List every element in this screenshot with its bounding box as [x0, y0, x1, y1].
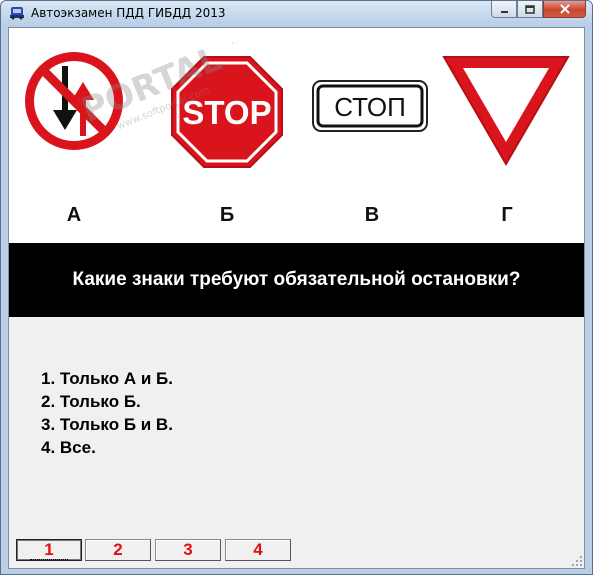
sign-letter-b: Б — [219, 204, 235, 226]
stop-octagon-sign-icon: STOP — [171, 56, 283, 168]
answer-button-4[interactable]: 4 — [225, 539, 291, 561]
answer-button-1-label: 1 — [30, 540, 68, 560]
sign-letter-a: А — [66, 204, 82, 226]
answer-button-3[interactable]: 3 — [155, 539, 221, 561]
minimize-button[interactable] — [491, 1, 517, 18]
answer-button-4-label: 4 — [253, 540, 263, 559]
title-bar[interactable]: Автоэкзамен ПДД ГИБДД 2013 — [1, 1, 592, 27]
answer-button-2[interactable]: 2 — [85, 539, 151, 561]
stop-rectangle-sign-icon: СТОП — [312, 80, 428, 132]
window-title: Автоэкзамен ПДД ГИБДД 2013 — [31, 6, 226, 20]
watermark-tm: TM — [228, 42, 243, 47]
answer-option-2: 2. Только Б. — [41, 392, 141, 411]
client-area: А STOP Б СТОП В Г PORTAL www.softportal.… — [8, 27, 585, 569]
car-icon — [10, 7, 24, 20]
stop-sign-text: STOP — [182, 94, 271, 131]
app-window: Автоэкзамен ПДД ГИБДД 2013 А STOP Б СТОП… — [0, 0, 593, 575]
answer-button-3-label: 3 — [183, 540, 193, 559]
stop-rect-sign-text: СТОП — [334, 92, 406, 122]
resize-grip-icon[interactable] — [571, 555, 583, 567]
question-text: Какие знаки требуют обязательной останов… — [72, 269, 521, 290]
priority-to-oncoming-traffic-sign-icon — [25, 52, 123, 150]
answer-button-2-label: 2 — [113, 540, 123, 559]
answers-panel: 1. Только А и Б. 2. Только Б. 3. Только … — [9, 317, 584, 529]
close-icon — [559, 4, 570, 14]
minimize-icon — [500, 10, 508, 13]
question-banner: Какие знаки требуют обязательной останов… — [9, 243, 584, 317]
close-button[interactable] — [543, 1, 586, 18]
answer-option-1: 1. Только А и Б. — [41, 369, 173, 388]
answer-option-3: 3. Только Б и В. — [41, 415, 173, 434]
answer-button-1[interactable]: 1 — [16, 539, 82, 561]
sign-letter-v: В — [364, 204, 380, 226]
answers-list: 1. Только А и Б. 2. Только Б. 3. Только … — [41, 367, 173, 459]
sign-letter-g: Г — [501, 204, 513, 226]
answer-buttons-bar: 1 2 3 4 — [9, 529, 584, 568]
signs-panel: А STOP Б СТОП В Г PORTAL www.softportal.… — [9, 28, 584, 243]
yield-triangle-sign-icon — [442, 56, 570, 166]
answer-option-4: 4. Все. — [41, 438, 96, 457]
maximize-icon — [525, 4, 535, 14]
maximize-button[interactable] — [517, 1, 543, 18]
